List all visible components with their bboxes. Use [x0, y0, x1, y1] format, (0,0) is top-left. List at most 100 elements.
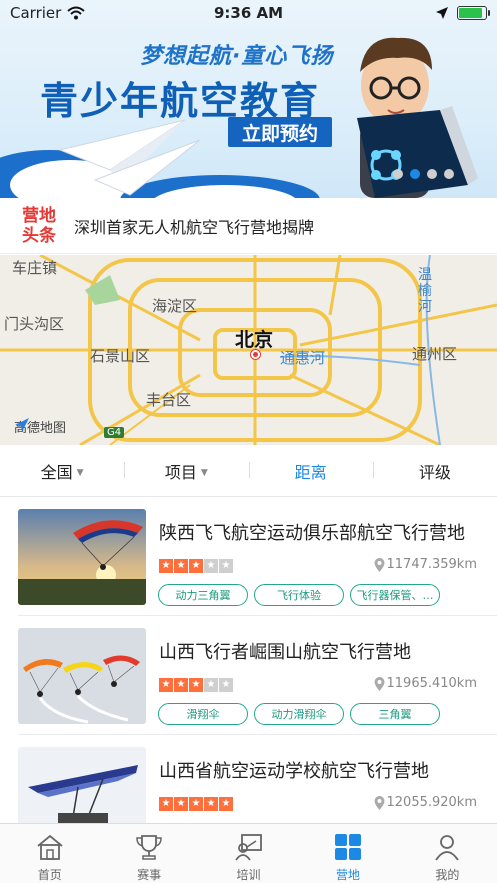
pagination-dot[interactable] — [427, 169, 437, 179]
tab-label: 培训 — [236, 868, 261, 882]
star-icon: ★ — [219, 678, 233, 692]
location-pin-icon — [374, 557, 384, 572]
pagination-dot[interactable] — [444, 169, 454, 179]
star-icon: ★ — [189, 559, 203, 573]
star-icon: ★ — [174, 797, 188, 811]
tab-label: 我的 — [435, 868, 460, 882]
training-icon — [234, 834, 262, 861]
filter-region[interactable]: 全国 ▼ — [0, 459, 124, 483]
map-river-label: 温榆河 — [418, 267, 432, 315]
distance-value: 11747.359km — [386, 557, 478, 572]
map-city-label: 北京 — [235, 329, 274, 351]
camp-list[interactable]: 陕西飞飞航空运动俱乐部航空飞行营地 ★ ★ ★ ★ ★ 11747.359km … — [0, 497, 497, 823]
map-label: 海淀区 — [152, 297, 198, 315]
tab-home[interactable]: 首页 — [0, 824, 99, 883]
camp-list-item[interactable]: 山西省航空运动学校航空飞行营地 ★ ★ ★ ★ ★ 12055.920km — [0, 735, 497, 823]
camp-list-item[interactable]: 山西飞行者崛围山航空飞行营地 ★ ★ ★ ★ ★ 11965.410km 滑翔伞… — [0, 616, 497, 735]
camp-tags: 动力三角翼 飞行体验 飞行器保管、… — [158, 584, 440, 606]
distance-value: 12055.920km — [386, 795, 478, 810]
map-river-label: 通惠河 — [280, 349, 326, 367]
camp-distance: 11747.359km — [374, 557, 478, 572]
camp-list-item[interactable]: 陕西飞飞航空运动俱乐部航空飞行营地 ★ ★ ★ ★ ★ 11747.359km … — [0, 497, 497, 616]
star-icon: ★ — [219, 797, 233, 811]
map-view[interactable]: 车庄镇 海淀区 门头沟区 石景山区 北京 通惠河 通州区 丰台区 温榆河 G4 … — [0, 255, 497, 445]
wifi-icon — [67, 6, 85, 20]
star-icon: ★ — [219, 559, 233, 573]
trophy-icon — [136, 835, 162, 860]
location-arrow-icon — [436, 7, 448, 19]
status-bar: Carrier 9:36 AM — [0, 0, 497, 26]
camp-tag[interactable]: 飞行体验 — [254, 584, 344, 606]
rating-stars: ★ ★ ★ ★ ★ — [159, 678, 233, 692]
star-icon: ★ — [204, 797, 218, 811]
rating-stars: ★ ★ ★ ★ ★ — [159, 797, 233, 811]
battery-icon — [457, 6, 490, 20]
rating-stars: ★ ★ ★ ★ ★ — [159, 559, 233, 573]
pagination-dot-active[interactable] — [410, 169, 420, 179]
banner-slogan: 梦想起航·童心飞扬 — [140, 44, 334, 69]
headline-badge: 营地 头条 — [20, 206, 58, 246]
bottom-tab-bar: 首页 赛事 培训 营地 我的 — [0, 823, 497, 883]
camp-distance: 11965.410km — [374, 676, 478, 691]
camp-distance: 12055.920km — [374, 795, 478, 810]
promo-banner[interactable]: 梦想起航·童心飞扬 青少年航空教育 立即预约 — [0, 0, 497, 198]
star-icon: ★ — [204, 678, 218, 692]
filter-label: 全国 — [40, 462, 73, 482]
filter-label: 项目 — [164, 462, 197, 482]
camp-thumbnail — [18, 628, 146, 724]
tab-training[interactable]: 培训 — [199, 824, 298, 883]
camp-headline[interactable]: 营地 头条 深圳首家无人机航空飞行营地揭牌 — [0, 198, 497, 254]
camp-title: 山西省航空运动学校航空飞行营地 — [159, 761, 429, 782]
star-icon: ★ — [159, 797, 173, 811]
tab-profile[interactable]: 我的 — [398, 824, 497, 883]
headline-badge-line2: 头条 — [22, 225, 56, 246]
camp-tag[interactable]: 动力三角翼 — [158, 584, 248, 606]
carrier-label: Carrier — [10, 4, 62, 22]
map-label: 门头沟区 — [4, 315, 65, 333]
filter-distance[interactable]: 距离 — [248, 459, 373, 483]
headline-text[interactable]: 深圳首家无人机航空飞行营地揭牌 — [74, 214, 314, 238]
camp-tag[interactable]: 飞行器保管、… — [350, 584, 440, 606]
tab-camp[interactable]: 营地 — [298, 824, 397, 883]
navigation-arrow-icon — [15, 418, 29, 432]
tab-events[interactable]: 赛事 — [99, 824, 198, 883]
highway-badge: G4 — [104, 427, 125, 438]
star-icon: ★ — [159, 678, 173, 692]
map-label: 石景山区 — [90, 347, 151, 365]
tab-label: 营地 — [335, 868, 360, 882]
map-label: 车庄镇 — [12, 259, 58, 277]
camp-tag[interactable]: 三角翼 — [350, 703, 440, 725]
profile-icon — [435, 835, 460, 861]
headline-badge-line1: 营地 — [22, 205, 56, 226]
filter-label: 评级 — [418, 462, 451, 482]
camp-thumbnail — [18, 509, 146, 605]
banner-pagination[interactable] — [393, 169, 454, 179]
star-icon: ★ — [204, 559, 218, 573]
camp-tags: 滑翔伞 动力滑翔伞 三角翼 — [158, 703, 440, 725]
caret-down-icon: ▼ — [200, 468, 208, 478]
pagination-dot[interactable] — [393, 169, 403, 179]
filter-project[interactable]: 项目 ▼ — [124, 459, 248, 483]
map-provider-logo: 高德地图 — [14, 417, 66, 436]
tab-label: 首页 — [37, 868, 62, 882]
filter-label: 距离 — [294, 462, 327, 482]
filter-rating[interactable]: 评级 — [372, 459, 497, 483]
map-marker[interactable] — [251, 350, 260, 359]
star-icon: ★ — [189, 797, 203, 811]
map-label: 通州区 — [412, 345, 458, 363]
star-icon: ★ — [189, 678, 203, 692]
camp-thumbnail — [18, 747, 146, 823]
distance-value: 11965.410km — [386, 676, 478, 691]
location-pin-icon — [374, 676, 384, 691]
battery-level — [459, 8, 483, 18]
map-label: 丰台区 — [146, 391, 192, 409]
camp-tag[interactable]: 动力滑翔伞 — [254, 703, 344, 725]
filter-bar: 全国 ▼ 项目 ▼ 距离 评级 — [0, 445, 497, 497]
star-icon: ★ — [159, 559, 173, 573]
camp-tag[interactable]: 滑翔伞 — [158, 703, 248, 725]
book-now-button[interactable]: 立即预约 — [228, 117, 332, 147]
caret-down-icon: ▼ — [76, 468, 84, 478]
camp-title: 山西飞行者崛围山航空飞行营地 — [159, 642, 411, 663]
location-pin-icon — [374, 795, 384, 810]
camp-grid-icon — [334, 834, 361, 860]
